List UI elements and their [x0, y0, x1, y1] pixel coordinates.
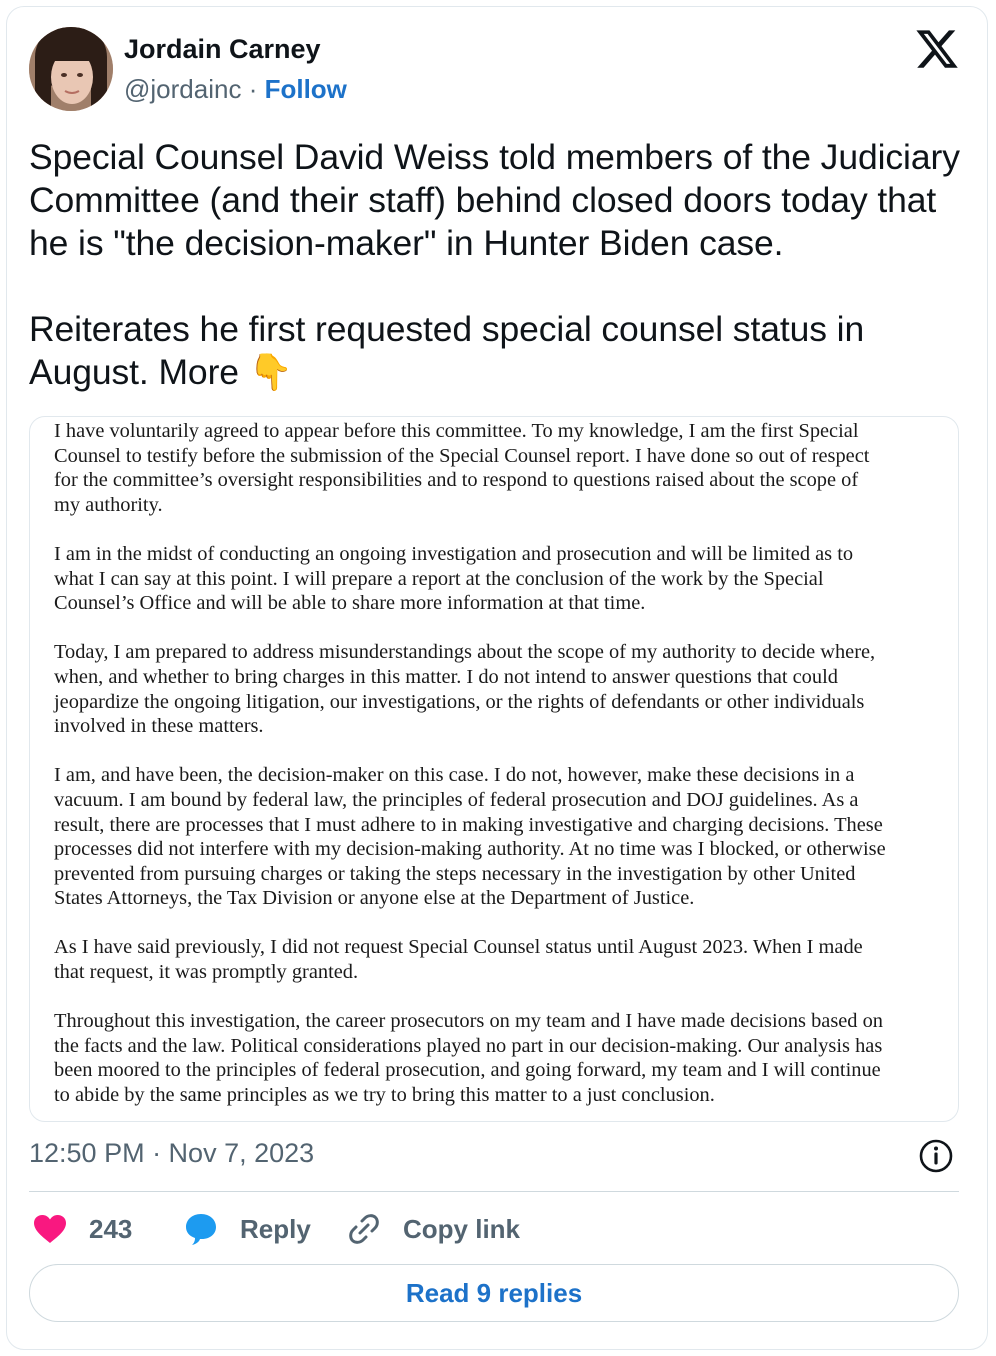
divider [29, 1191, 959, 1192]
statement-line: when, and whether to bring charges in th… [54, 665, 838, 688]
attached-image[interactable]: I have voluntarily agreed to appear befo… [29, 416, 959, 1122]
statement-line: for the committee’s oversight responsibi… [54, 469, 859, 492]
author-handle[interactable]: @jordainc [124, 74, 241, 104]
avatar[interactable] [29, 27, 113, 111]
reply-button[interactable]: Reply [184, 1206, 311, 1252]
like-button[interactable]: 243 [33, 1206, 132, 1252]
copy-link-label: Copy link [403, 1213, 521, 1244]
statement-line: I am in the midst of conducting an ongoi… [54, 542, 854, 565]
statement-paragraph: I am in the midst of conducting an ongoi… [54, 542, 954, 616]
statement-line: result, there are processes that I must … [54, 813, 883, 836]
statement-line: prevented from pursuing charges or takin… [54, 862, 856, 885]
action-bar: 243 Reply Copy link [29, 1206, 959, 1252]
author-handle-row: @jordainc · Follow [124, 74, 347, 105]
statement-line: what I can say at this point. I will pre… [54, 567, 824, 590]
statement-line: Counsel’s Office and will be able to sha… [54, 592, 646, 615]
follow-button[interactable]: Follow [265, 74, 347, 104]
statement-paragraph: Throughout this investigation, the caree… [54, 1009, 954, 1107]
statement-line: I am, and have been, the decision-maker … [54, 764, 855, 787]
copy-link-button[interactable]: Copy link [347, 1206, 520, 1252]
statement-paragraph: As I have said previously, I did not req… [54, 935, 954, 984]
statement-line: Today, I am prepared to address misunder… [54, 641, 876, 664]
statement-line: I have voluntarily agreed to appear befo… [54, 420, 859, 442]
read-replies-button[interactable]: Read 9 replies [29, 1264, 959, 1322]
x-logo-icon[interactable] [914, 26, 960, 72]
statement-line: vacuum. I am bound by federal law, the p… [54, 788, 859, 811]
info-icon[interactable] [918, 1138, 954, 1174]
link-icon [349, 1214, 379, 1244]
statement-line: the facts and the law. Political conside… [54, 1034, 883, 1057]
statement-line: Throughout this investigation, the caree… [54, 1010, 883, 1033]
reply-label: Reply [240, 1213, 311, 1244]
statement-line: jeopardize the ongoing litigation, our i… [54, 690, 865, 713]
statement-paragraph: I have voluntarily agreed to appear befo… [54, 419, 954, 517]
point-down-emoji: 👇 [248, 352, 293, 392]
heart-icon [34, 1215, 66, 1243]
tweet-text: Special Counsel David Weiss told members… [29, 136, 969, 394]
statement-line: my authority. [54, 493, 163, 516]
statement-paragraph: Today, I am prepared to address misunder… [54, 640, 954, 738]
avatar-photo [29, 27, 113, 111]
author-name[interactable]: Jordain Carney [124, 34, 321, 65]
statement-line: been moored to the principles of federal… [54, 1059, 881, 1082]
statement-line: Counsel to testify before the submission… [54, 444, 870, 467]
statement-line: that request, it was promptly granted. [54, 961, 359, 984]
reply-bubble-icon [186, 1214, 216, 1245]
statement-line: processes did not interfere with my deci… [54, 838, 886, 861]
like-count: 243 [89, 1213, 133, 1244]
statement-document: I have voluntarily agreed to appear befo… [54, 419, 954, 1121]
tweet-body: Special Counsel David Weiss told members… [29, 137, 960, 392]
tweet-timestamp[interactable]: 12:50 PM · Nov 7, 2023 [29, 1138, 314, 1169]
separator-dot: · [248, 74, 258, 104]
statement-line: to abide by the same principles as we tr… [54, 1084, 715, 1107]
statement-line: As I have said previously, I did not req… [54, 936, 863, 959]
statement-line: involved in these matters. [54, 715, 264, 738]
statement-line: States Attorneys, the Tax Division or an… [54, 887, 695, 910]
statement-paragraph: I am, and have been, the decision-maker … [54, 763, 954, 911]
